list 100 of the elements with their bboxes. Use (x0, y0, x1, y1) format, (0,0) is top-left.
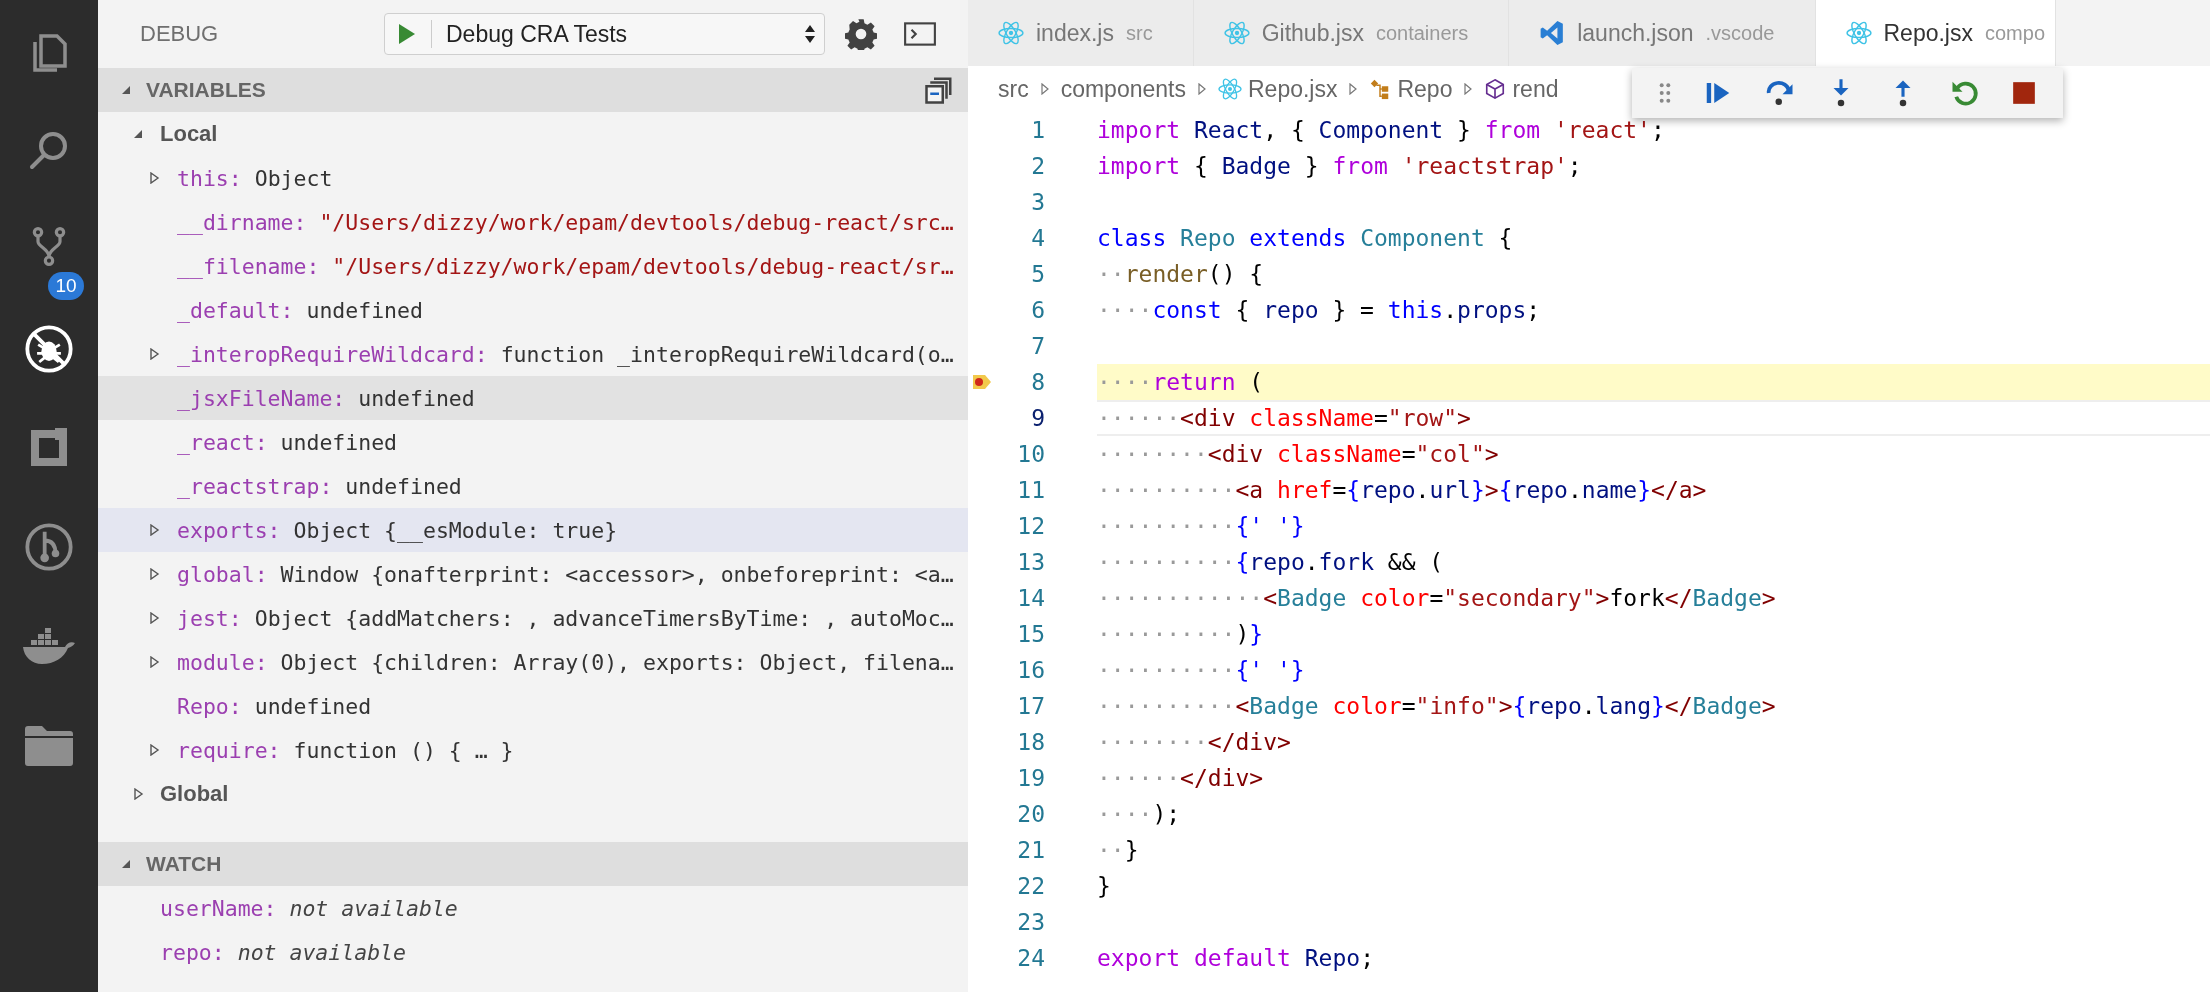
variable-row[interactable]: __filename: "/Users/dizzy/work/epam/devtools/debug-react/sr… (98, 244, 968, 288)
branch-circle-icon[interactable] (23, 520, 75, 573)
caret-icon[interactable] (148, 348, 160, 360)
variable-text: _interopRequireWildcard: function _interopRequireWildcard(o… (177, 341, 954, 367)
code-line: } (1097, 872, 1112, 901)
scope-label[interactable]: Local (160, 121, 218, 147)
caret-icon[interactable] (132, 788, 144, 800)
chevron-icon (1464, 83, 1473, 95)
line-number: 2 (1031, 153, 1045, 179)
caret-icon[interactable] (148, 656, 160, 668)
caret-icon[interactable] (148, 524, 160, 536)
editor-tab[interactable]: Repo.jsx compo (1815, 0, 2056, 66)
breadcrumb-item[interactable]: Repo (1369, 75, 1453, 103)
variable-text: _jsxFileName: undefined (177, 385, 475, 411)
collapse-all-icon[interactable] (924, 75, 954, 105)
caret-icon[interactable] (148, 568, 160, 580)
variable-text: module: Object {children: Array(0), exports: Object, filena… (177, 649, 954, 675)
breadcrumb-item[interactable]: rend (1484, 75, 1559, 103)
count-badge: 10 (48, 272, 84, 300)
code-line: ······<div className="row"> (1097, 400, 2210, 436)
variable-text: _react: undefined (177, 429, 398, 455)
code-line: ········<div className="col"> (1097, 440, 1500, 469)
editor-tab[interactable]: launch.json .vscode (1509, 0, 1816, 66)
code-line: class Repo extends Component { (1097, 224, 1514, 253)
variable-text: require: function () { … } (177, 737, 514, 763)
no-bug-icon[interactable] (23, 322, 75, 375)
line-number: 4 (1031, 225, 1045, 251)
caret-icon[interactable] (148, 172, 160, 184)
chevron-icon (1349, 83, 1358, 95)
code-line: import { Badge } from 'reactstrap'; (1097, 152, 1583, 181)
code-line: import React, { Component } from 'react'; (1097, 116, 1666, 145)
code-line: ··········)} (1097, 620, 1265, 649)
line-number: 18 (1017, 729, 1045, 755)
code-line: ············<Badge color="secondary">fork</Badge> (1097, 584, 1777, 613)
line-number: 15 (1017, 621, 1045, 647)
line-number: 16 (1017, 657, 1045, 683)
variable-text: __dirname: "/Users/dizzy/work/epam/devtools/debug-react/src… (177, 209, 954, 235)
line-number: 11 (1017, 477, 1045, 503)
line-number: 14 (1017, 585, 1045, 611)
line-number: 7 (1031, 333, 1045, 359)
section-title: WATCH (146, 852, 223, 876)
code-line: ··} (1097, 836, 1140, 865)
variable-row[interactable]: __dirname: "/Users/dizzy/work/epam/devtools/debug-react/src… (98, 200, 968, 244)
line-number: 5 (1031, 261, 1045, 287)
watch-expression[interactable]: repo: not available (160, 939, 406, 965)
terminal-icon[interactable] (903, 21, 937, 47)
drag-handle-icon[interactable] (1657, 82, 1672, 104)
chevron-icon (1040, 83, 1049, 95)
variable-row[interactable]: _default: undefined (98, 288, 968, 332)
variable-row[interactable]: _reactstrap: undefined (98, 464, 968, 508)
sort-arrows-icon (804, 23, 816, 45)
editor-tab[interactable]: Github.jsx containers (1193, 0, 1510, 66)
line-number: 23 (1017, 909, 1045, 935)
variable-row[interactable]: require: function () { … } (98, 728, 968, 772)
variable-row[interactable]: global: Window {onafterprint: <accessor>, onbeforeprint: <a… (98, 552, 968, 596)
breadcrumb-item[interactable]: components (1060, 75, 1186, 103)
section-header[interactable]: VARIABLES (98, 68, 968, 112)
code-logo-icon (1539, 20, 1566, 46)
code-line: ····); (1097, 800, 1182, 829)
scope-label[interactable]: Global (160, 781, 229, 807)
section-header[interactable]: WATCH (98, 842, 968, 886)
chevron-icon (1198, 83, 1206, 95)
line-number: 12 (1017, 513, 1045, 539)
settings-icon[interactable] (845, 18, 877, 50)
variable-row[interactable]: jest: Object {addMatchers: , advanceTimersByTime: , autoMoc… (98, 596, 968, 640)
step-over-icon[interactable] (1764, 78, 1795, 108)
line-number: 21 (1017, 837, 1045, 863)
watch-expression[interactable]: userName: not available (160, 895, 458, 921)
whale-icon[interactable] (21, 625, 77, 666)
line-number: 24 (1017, 945, 1045, 971)
caret-icon[interactable] (132, 128, 144, 140)
breadcrumb-item[interactable]: Repo.jsx (1218, 75, 1338, 103)
caret-icon[interactable] (148, 612, 160, 624)
variable-row[interactable]: _interopRequireWildcard: function _interopRequireWildcard(o… (98, 332, 968, 376)
code-line: ····const { repo } = this.props; (1097, 296, 1542, 325)
code-line: ········</div> (1097, 728, 1292, 757)
variable-row[interactable]: _jsxFileName: undefined (98, 376, 968, 420)
line-number: 1 (1031, 117, 1045, 143)
atom-icon (1223, 20, 1250, 46)
line-number: 17 (1017, 693, 1045, 719)
configuration-select[interactable]: Debug CRA Tests (446, 20, 804, 48)
code-line: export default Repo; (1097, 944, 1375, 973)
line-number: 20 (1017, 801, 1045, 827)
breakpoint-icon[interactable] (972, 374, 992, 390)
variable-text: Repo: undefined (177, 693, 372, 719)
line-number: 8 (1031, 369, 1045, 395)
line-number: 6 (1031, 297, 1045, 323)
code-line: ··········{repo.fork && ( (1097, 548, 1445, 577)
caret-icon[interactable] (148, 744, 160, 756)
breadcrumb-item[interactable]: src (998, 75, 1029, 103)
variable-row[interactable]: this: Object (98, 156, 968, 200)
editor-tab[interactable]: index.js src (968, 0, 1194, 66)
variable-row[interactable]: Repo: undefined (98, 684, 968, 728)
atom-icon (1218, 77, 1242, 101)
variable-row[interactable]: exports: Object {__esModule: true} (98, 508, 968, 552)
stop-icon[interactable] (2011, 80, 2038, 106)
code-line: ······</div> (1097, 764, 1265, 793)
variable-row[interactable]: module: Object {children: Array(0), exports: Object, filena… (98, 640, 968, 684)
variable-row[interactable]: _react: undefined (98, 420, 968, 464)
play-icon[interactable] (397, 22, 417, 46)
